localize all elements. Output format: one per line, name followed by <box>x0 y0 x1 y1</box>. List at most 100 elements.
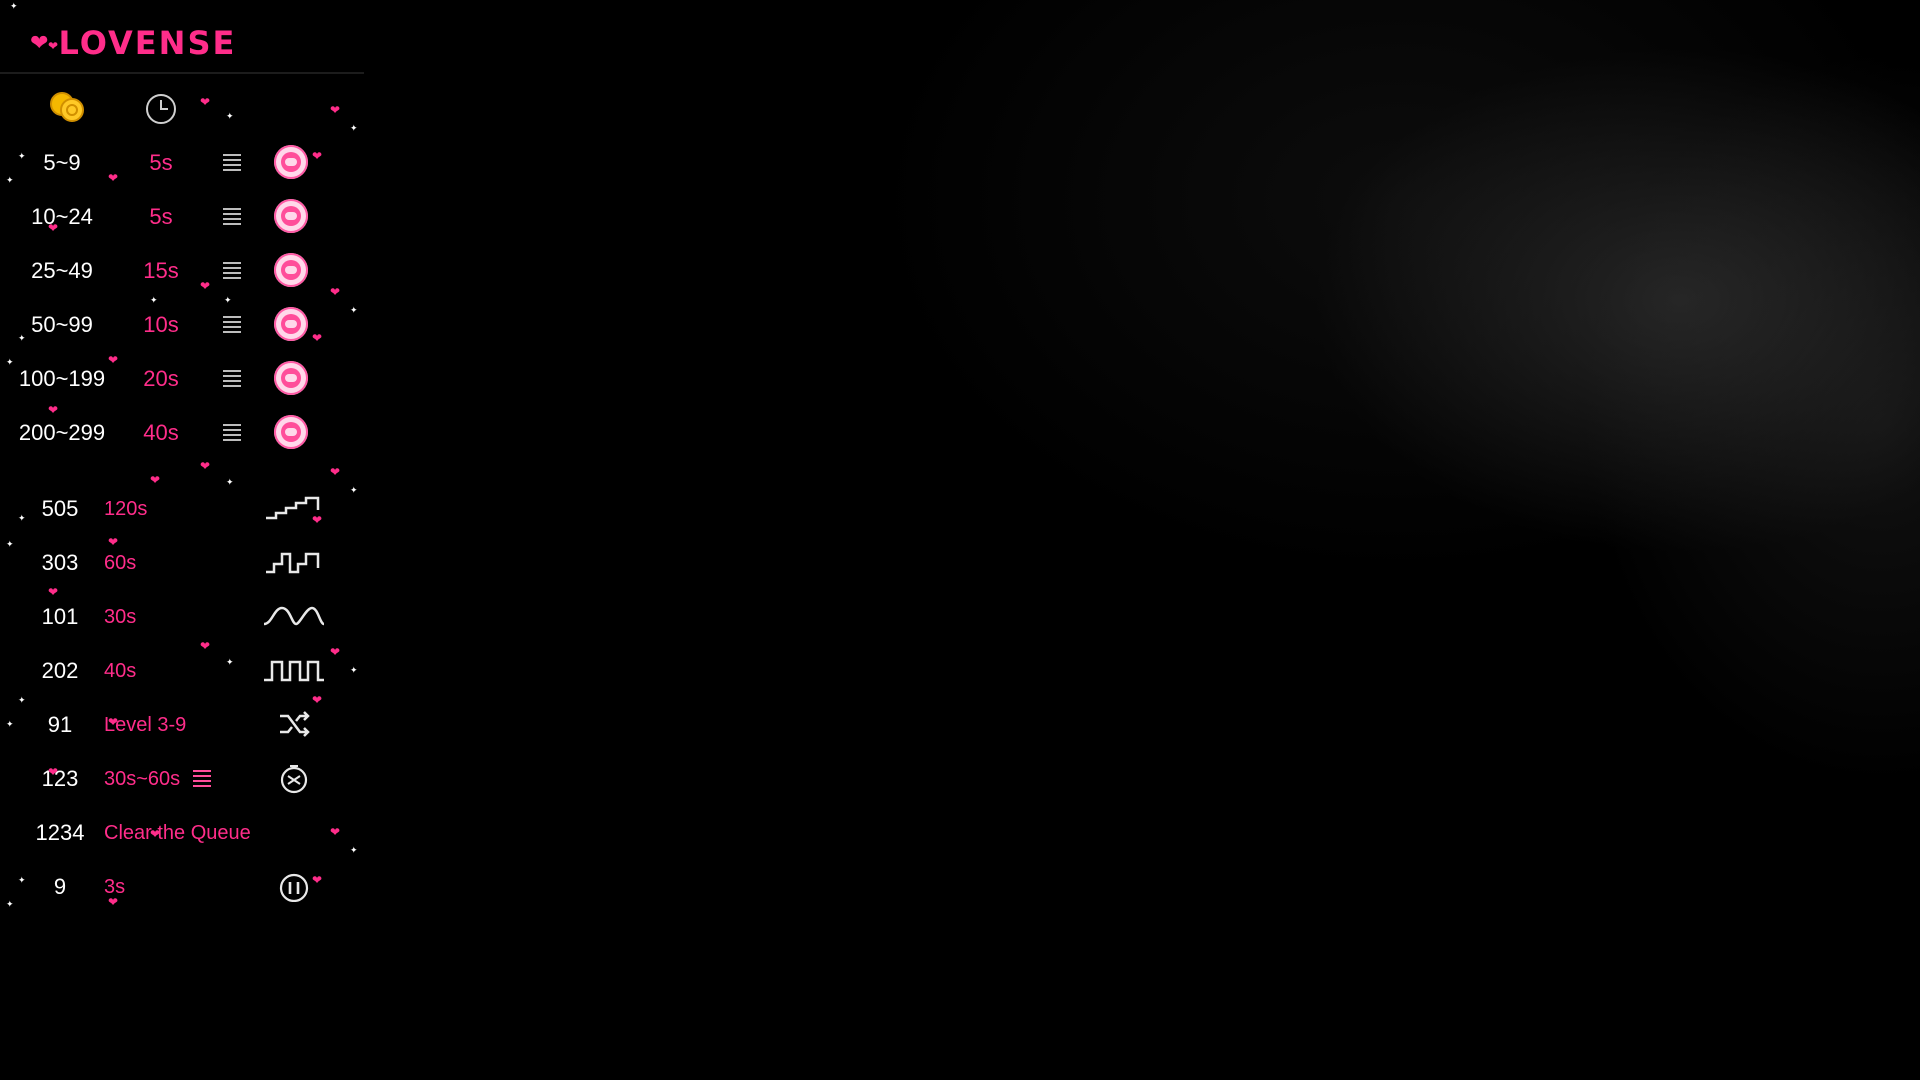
heart-icon: ❤ <box>330 645 341 659</box>
sparkle-icon: ✦ <box>150 295 158 305</box>
special-row[interactable]: 202 40s <box>0 650 364 690</box>
special-amount: 202 <box>41 658 79 683</box>
vibration-toy-icon <box>274 199 308 233</box>
sparkle-icon: ✦ <box>226 477 234 487</box>
sparkle-icon: ✦ <box>10 1 18 11</box>
level-row[interactable]: 200~299 40s <box>0 412 364 452</box>
sparkle-icon: ✦ <box>18 513 26 523</box>
sparkle-icon: ✦ <box>350 123 358 133</box>
special-amount: 1234 <box>35 820 85 845</box>
special-row[interactable]: 101 30s <box>0 596 364 636</box>
special-duration: 40s <box>104 660 137 682</box>
sparkle-icon: ✦ <box>226 111 234 121</box>
sparkle-icon: ✦ <box>18 875 26 885</box>
level-duration: 20s <box>143 366 179 391</box>
step-wave-pattern-icon <box>262 546 326 578</box>
heart-icon: ❤ <box>330 285 341 299</box>
heart-icon: ❤ <box>150 827 161 841</box>
vibration-toy-icon <box>274 253 308 287</box>
vibration-toy-icon <box>274 361 308 395</box>
heart-icon: ❤ <box>108 353 119 367</box>
sparkle-icon: ✦ <box>18 151 26 161</box>
level-row[interactable]: 50~99 10s <box>0 304 364 344</box>
menu-icon <box>222 368 242 388</box>
special-row[interactable]: 9 3s <box>0 866 364 906</box>
special-amount: 91 <box>47 712 73 737</box>
menu-icon <box>192 768 212 788</box>
menu-icon <box>222 314 242 334</box>
heart-icon: ❤ <box>48 39 59 53</box>
special-duration: 30s <box>104 606 137 628</box>
level-duration: 40s <box>143 420 179 445</box>
sparkle-icon: ✦ <box>6 539 14 549</box>
heart-icon: ❤ <box>200 639 211 653</box>
clock-icon <box>144 92 178 126</box>
sparkle-icon: ✦ <box>6 719 14 729</box>
coins-icon <box>48 90 88 124</box>
vibration-toy-icon <box>274 415 308 449</box>
menu-icon <box>222 206 242 226</box>
level-duration: 5s <box>149 204 173 229</box>
heart-icon: ❤ <box>48 765 59 779</box>
heart-icon: ❤ <box>200 279 211 293</box>
heart-icon: ❤ <box>108 895 119 909</box>
menu-icon <box>222 152 242 172</box>
random-timer-icon <box>262 762 326 794</box>
vibration-toy-icon <box>274 307 308 341</box>
special-row[interactable]: 303 60s <box>0 542 364 582</box>
heart-icon: ❤ <box>48 403 59 417</box>
sparkle-icon: ✦ <box>226 657 234 667</box>
level-duration: 10s <box>143 312 179 337</box>
random-icon <box>262 708 326 740</box>
heart-icon: ❤ <box>312 331 323 345</box>
level-amount: 200~299 <box>18 420 106 445</box>
heart-icon: ❤ <box>200 95 211 109</box>
sparkle-icon: ✦ <box>350 305 358 315</box>
heart-icon: ❤ <box>312 873 323 887</box>
sparkle-icon: ✦ <box>350 665 358 675</box>
heart-icon: ❤ <box>330 825 341 839</box>
tip-menu-panel: ❤ LOVENSE 5~9 5s 10~24 5s 25~49 15s 50~9… <box>0 0 364 940</box>
level-amount: 25~49 <box>31 258 93 283</box>
special-duration: 120s <box>104 498 148 520</box>
vibration-toy-icon <box>274 145 308 179</box>
sparkle-icon: ✦ <box>6 175 14 185</box>
heart-icon: ❤ <box>312 513 323 527</box>
sparkle-icon: ✦ <box>18 695 26 705</box>
heart-icon: ❤ <box>108 535 119 549</box>
special-row[interactable]: 505 120s <box>0 488 364 528</box>
level-duration: 5s <box>149 150 173 175</box>
brand-name: LOVENSE <box>58 24 237 62</box>
sparkle-icon: ✦ <box>6 899 14 909</box>
pulse-pattern-icon <box>262 654 326 686</box>
divider <box>0 72 364 74</box>
special-duration: 30s~60s <box>104 768 181 790</box>
level-row[interactable]: 100~199 20s <box>0 358 364 398</box>
sparkle-icon: ✦ <box>350 485 358 495</box>
heart-icon: ❤ <box>330 103 341 117</box>
menu-icon <box>222 260 242 280</box>
special-amount: 101 <box>41 604 79 629</box>
sparkle-icon: ✦ <box>18 333 26 343</box>
sparkle-icon: ✦ <box>6 357 14 367</box>
special-duration: Clear the Queue <box>104 822 251 844</box>
heart-icon: ❤ <box>48 221 59 235</box>
heart-icon: ❤ <box>312 149 323 163</box>
heart-icon: ❤ <box>48 585 59 599</box>
level-duration: 15s <box>143 258 179 283</box>
heart-icon: ❤ <box>30 30 49 55</box>
level-row[interactable]: 5~9 5s <box>0 142 364 182</box>
special-row[interactable]: 1234 Clear the Queue <box>0 812 364 852</box>
menu-icon <box>222 422 242 442</box>
special-row[interactable]: 91 Level 3-9 <box>0 704 364 744</box>
heart-icon: ❤ <box>330 465 341 479</box>
heart-icon: ❤ <box>108 715 119 729</box>
heart-icon: ❤ <box>108 171 119 185</box>
special-amount: 303 <box>41 550 79 575</box>
sparkle-icon: ✦ <box>224 295 232 305</box>
level-amount: 100~199 <box>18 366 106 391</box>
brand-logo: ❤ LOVENSE <box>30 18 236 68</box>
heart-icon: ❤ <box>150 473 161 487</box>
level-row[interactable]: 25~49 15s <box>0 250 364 290</box>
heart-icon: ❤ <box>312 693 323 707</box>
